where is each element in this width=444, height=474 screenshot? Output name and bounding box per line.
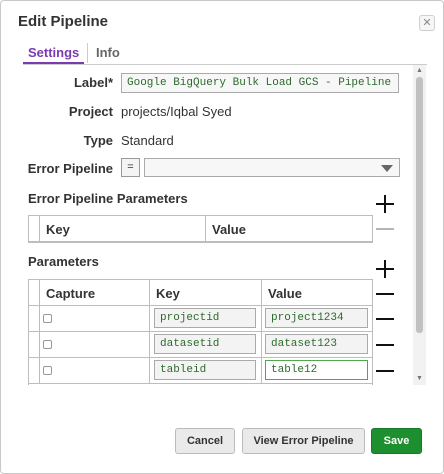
table-row-key-cell: datasetid bbox=[150, 332, 262, 358]
view-error-pipeline-button[interactable]: View Error Pipeline bbox=[242, 428, 365, 454]
capture-checkbox[interactable] bbox=[43, 340, 52, 349]
table-row-value-cell: table12 bbox=[262, 358, 372, 384]
tab-settings[interactable]: Settings bbox=[23, 45, 85, 64]
project-field-label: Project bbox=[68, 104, 113, 119]
save-button[interactable]: Save bbox=[371, 428, 422, 454]
param-value-input[interactable]: table12 bbox=[265, 360, 368, 380]
cancel-button[interactable]: Cancel bbox=[175, 428, 235, 454]
row-gutter bbox=[29, 306, 40, 332]
table-row-key-cell: tableid bbox=[150, 358, 262, 384]
table-row-capture-cell bbox=[40, 306, 150, 332]
table-row-capture-cell bbox=[40, 332, 150, 358]
table-row-capture-cell bbox=[40, 358, 150, 384]
remove-error-param-minus-icon[interactable] bbox=[376, 228, 394, 230]
scrollbar-thumb[interactable] bbox=[416, 77, 423, 333]
tab-info[interactable]: Info bbox=[96, 45, 120, 60]
expression-toggle-button[interactable]: = bbox=[121, 158, 140, 177]
row-gutter bbox=[29, 216, 40, 242]
tab-bar: Settings Info bbox=[23, 43, 427, 65]
param-key-input[interactable]: tableid bbox=[154, 360, 256, 380]
scroll-down-icon[interactable]: ▼ bbox=[415, 375, 424, 383]
label-input[interactable]: Google BigQuery Bulk Load GCS - Pipeline… bbox=[121, 73, 399, 93]
scroll-up-icon[interactable]: ▲ bbox=[415, 67, 424, 75]
remove-param-minus-icon[interactable] bbox=[376, 370, 394, 372]
settings-panel: Label* Google BigQuery Bulk Load GCS - P… bbox=[21, 65, 428, 385]
error-pipeline-parameters-table: Key Value bbox=[28, 215, 373, 243]
vertical-scrollbar[interactable]: ▲ ▼ bbox=[413, 65, 426, 385]
project-value: projects/Iqbal Syed bbox=[121, 104, 232, 119]
param-key-input[interactable]: datasetid bbox=[154, 334, 256, 354]
dialog-title: Edit Pipeline bbox=[18, 13, 109, 30]
table-row-value-cell: dataset123 bbox=[262, 332, 372, 358]
capture-checkbox[interactable] bbox=[43, 366, 52, 375]
row-gutter bbox=[29, 280, 40, 306]
table-row-key-cell: projectid bbox=[150, 306, 262, 332]
remove-param-minus-icon[interactable] bbox=[376, 318, 394, 320]
params-capture-header: Capture bbox=[40, 280, 150, 306]
tab-separator bbox=[87, 43, 88, 63]
error-params-key-header: Key bbox=[40, 216, 206, 242]
parameters-title: Parameters bbox=[28, 254, 99, 269]
row-gutter bbox=[29, 358, 40, 384]
error-pipeline-select[interactable] bbox=[144, 158, 400, 177]
params-value-header: Value bbox=[262, 280, 372, 306]
error-params-value-header: Value bbox=[206, 216, 372, 242]
dropdown-caret-icon bbox=[381, 165, 393, 172]
edit-pipeline-dialog: Edit Pipeline ✕ Settings Info Label* Goo… bbox=[0, 0, 444, 474]
error-pipeline-parameters-title: Error Pipeline Parameters bbox=[28, 191, 188, 206]
type-field-label: Type bbox=[83, 133, 113, 148]
parameters-table: Capture Key Value projectid project1234 … bbox=[28, 279, 373, 385]
error-pipeline-field-label: Error Pipeline bbox=[27, 161, 113, 176]
row-gutter bbox=[29, 332, 40, 358]
add-error-param-plus-icon[interactable] bbox=[376, 195, 394, 213]
close-icon[interactable]: ✕ bbox=[419, 15, 435, 31]
remove-param-minus-icon[interactable] bbox=[376, 293, 394, 295]
type-value: Standard bbox=[121, 133, 174, 148]
params-key-header: Key bbox=[150, 280, 262, 306]
param-value-input[interactable]: dataset123 bbox=[265, 334, 368, 354]
label-field-label: Label* bbox=[73, 75, 113, 90]
capture-checkbox[interactable] bbox=[43, 314, 52, 323]
param-key-input[interactable]: projectid bbox=[154, 308, 256, 328]
add-param-plus-icon[interactable] bbox=[376, 260, 394, 278]
table-row-value-cell: project1234 bbox=[262, 306, 372, 332]
remove-param-minus-icon[interactable] bbox=[376, 344, 394, 346]
param-value-input[interactable]: project1234 bbox=[265, 308, 368, 328]
